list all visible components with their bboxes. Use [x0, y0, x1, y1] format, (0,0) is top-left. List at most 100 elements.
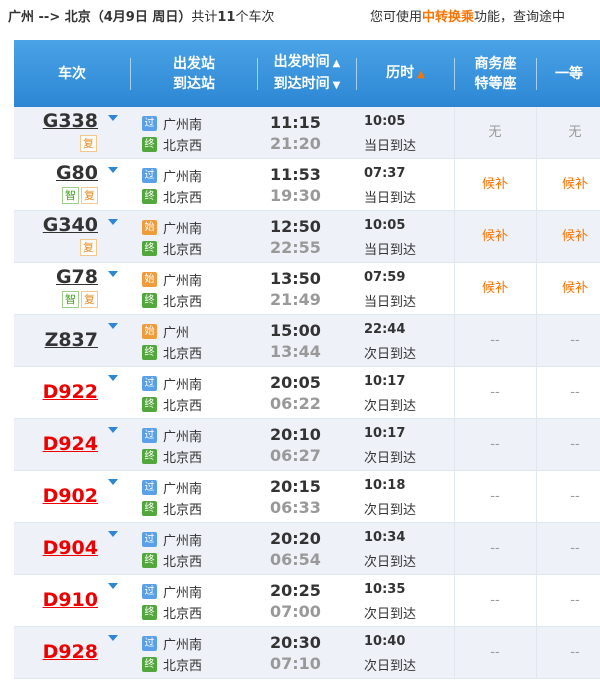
business-seat[interactable]: 候补 — [454, 263, 536, 315]
dropdown-arrow-icon[interactable] — [108, 271, 118, 277]
header-to-label: 到达站 — [173, 75, 215, 92]
business-seat[interactable]: 候补 — [454, 159, 536, 211]
table-row: D910 过广州南终北京西 20:25 07:00 10:35 次日到达 -- -- — [14, 575, 600, 627]
from-station: 过广州南 — [142, 634, 203, 653]
dropdown-arrow-icon[interactable] — [108, 167, 118, 173]
dropdown-arrow-icon[interactable] — [108, 375, 118, 381]
station-type-icon: 始 — [142, 219, 157, 235]
from-station-name: 广州南 — [163, 585, 203, 601]
train-count: 11 — [217, 10, 236, 25]
departure-time: 12:50 — [270, 217, 321, 236]
train-number-link[interactable]: D928 — [14, 641, 98, 663]
train-number-link[interactable]: G338 — [14, 110, 98, 132]
train-badges: 智复 — [62, 187, 98, 204]
from-station: 过广州南 — [142, 530, 203, 549]
from-station-name: 广州南 — [163, 637, 203, 653]
train-number-link[interactable]: G80 — [14, 162, 98, 184]
first-class-seat[interactable]: 候补 — [536, 159, 600, 211]
to-station: 终北京西 — [142, 395, 203, 414]
first-class-seat: -- — [570, 541, 580, 556]
dropdown-arrow-icon[interactable] — [108, 583, 118, 589]
route-summary: 广州 --> 北京（4月9日 周日）共计11个车次 — [8, 4, 274, 32]
first-class-seat[interactable]: 候补 — [536, 211, 600, 263]
arrival-day: 次日到达 — [364, 503, 417, 518]
business-seat: -- — [490, 385, 500, 400]
dropdown-arrow-icon[interactable] — [108, 323, 118, 329]
first-class-seat: -- — [570, 333, 580, 348]
terminal-icon: 终 — [142, 136, 157, 152]
table-row: D922 过广州南终北京西 20:05 06:22 10:17 次日到达 -- -- — [14, 367, 600, 419]
train-number-link[interactable]: D924 — [14, 433, 98, 455]
from-station: 始广州南 — [142, 270, 203, 289]
business-seat: -- — [490, 541, 500, 556]
transfer-link[interactable]: 中转换乘 — [422, 10, 474, 25]
train-badges: 智复 — [62, 291, 98, 308]
sort-arr-time[interactable]: 到达时间 ▼ — [274, 74, 341, 96]
sort-duration[interactable]: 历时 ▲ — [357, 40, 454, 107]
first-class-seat: 无 — [568, 125, 582, 140]
tip-prefix: 您可使用 — [370, 10, 423, 25]
train-badges: 复 — [80, 239, 97, 256]
dropdown-arrow-icon[interactable] — [108, 115, 118, 121]
transfer-tip: 您可使用中转换乘功能，查询途中 — [370, 4, 565, 32]
to-station: 终北京西 — [142, 447, 202, 466]
table-row: G338 复 过广州南终北京西 11:15 21:20 10:05 当日到达 无 无 — [14, 107, 600, 159]
from-station: 过广州南 — [142, 582, 203, 601]
terminal-icon: 终 — [142, 500, 157, 516]
to-station-name: 北京西 — [163, 138, 203, 154]
table-header: 车次 出发站 到达站 出发时间 ▲ 到达时间 ▼ 历时 ▲ 商务座 特等座 一等 — [14, 40, 600, 107]
train-number-link[interactable]: D910 — [14, 589, 98, 611]
to-station-name: 北京西 — [163, 606, 203, 622]
arrival-time: 19:30 — [270, 186, 321, 205]
dropdown-arrow-icon[interactable] — [108, 531, 118, 537]
sort-up-icon: ▲ — [332, 57, 341, 69]
terminal-icon: 终 — [142, 188, 157, 204]
to-station: 终北京西 — [142, 603, 203, 622]
duration: 10:18 — [364, 478, 406, 493]
train-number-link[interactable]: D902 — [14, 485, 98, 507]
dropdown-arrow-icon[interactable] — [108, 219, 118, 225]
header-business: 商务座 特等座 — [455, 40, 536, 107]
business-seat[interactable]: 候补 — [454, 211, 536, 263]
arrival-day: 次日到达 — [364, 659, 417, 674]
to-station: 终北京西 — [142, 239, 202, 258]
to-station-name: 北京西 — [163, 398, 203, 414]
from-station-name: 广州南 — [163, 533, 203, 549]
train-number-link[interactable]: D922 — [14, 381, 98, 403]
arrival-day: 次日到达 — [364, 451, 417, 466]
dropdown-arrow-icon[interactable] — [108, 635, 118, 641]
to-station: 终北京西 — [142, 551, 202, 570]
station-type-icon: 过 — [142, 583, 157, 599]
station-type-icon: 过 — [142, 635, 157, 651]
to-station-name: 北京西 — [163, 658, 203, 674]
from-station: 过广州南 — [142, 426, 203, 445]
from-station-name: 广州南 — [163, 273, 203, 289]
duration: 10:17 — [364, 374, 406, 389]
sort-dep-time[interactable]: 出发时间 ▲ — [274, 52, 341, 74]
train-number-link[interactable]: Z837 — [14, 329, 98, 351]
duration: 10:05 — [364, 218, 406, 233]
header-duration-label: 历时 — [386, 64, 415, 81]
train-number-link[interactable]: G78 — [14, 266, 98, 288]
dropdown-arrow-icon[interactable] — [108, 427, 118, 433]
table-row: G80 智复 过广州南终北京西 11:53 19:30 07:37 当日到达 候补 候补 — [14, 159, 600, 211]
from-station-name: 广州南 — [163, 117, 203, 133]
tip-suffix: 功能，查询途中 — [474, 10, 566, 25]
terminal-icon: 终 — [142, 448, 157, 464]
to-station: 终北京西 — [142, 343, 202, 362]
station-type-icon: 始 — [142, 271, 157, 287]
header-times: 出发时间 ▲ 到达时间 ▼ — [258, 40, 356, 107]
train-number-link[interactable]: D904 — [14, 537, 98, 559]
first-class-seat[interactable]: 候补 — [536, 263, 600, 315]
train-number-link[interactable]: G340 — [14, 214, 98, 236]
table-row: D924 过广州南终北京西 20:10 06:27 10:17 次日到达 -- -- — [14, 419, 600, 471]
arrival-day: 当日到达 — [364, 139, 417, 154]
smart-badge: 智 — [62, 291, 79, 308]
dropdown-arrow-icon[interactable] — [108, 479, 118, 485]
header-stations: 出发站 到达站 — [131, 40, 257, 107]
departure-time: 20:15 — [270, 477, 321, 496]
arrival-day: 当日到达 — [364, 191, 417, 206]
departure-time: 20:25 — [270, 581, 321, 600]
arrival-time: 21:20 — [270, 134, 321, 153]
from-station-name: 广州南 — [163, 429, 203, 445]
